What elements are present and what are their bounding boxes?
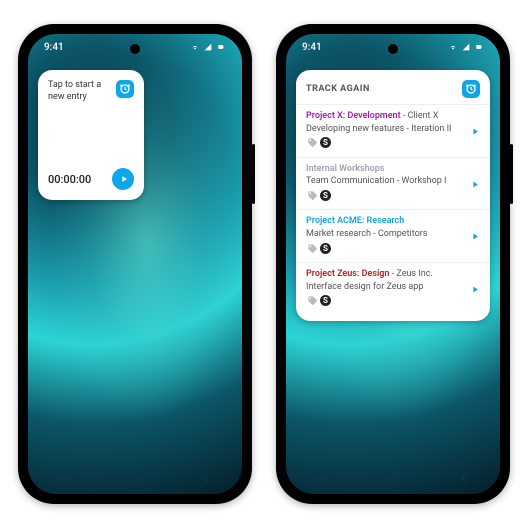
entry-description: Market research - Competitors <box>306 229 480 239</box>
entry-meta: S <box>306 295 480 307</box>
status-time: 9:41 <box>302 42 322 53</box>
entry-project: Project ACME: Research <box>306 216 404 226</box>
time-entry[interactable]: Internal Workshops Team Communication - … <box>296 157 490 210</box>
tag-icon <box>306 242 318 254</box>
entry-play-button[interactable] <box>470 174 480 193</box>
entry-project: Project X: Development <box>306 111 401 121</box>
entry-title-row: Project Zeus: Design - Zeus Inc. <box>306 269 480 281</box>
app-icon <box>462 80 480 98</box>
time-entry[interactable]: Project Zeus: Design - Zeus Inc. Interfa… <box>296 262 490 315</box>
time-entry[interactable]: Project ACME: Research Market research -… <box>296 209 490 262</box>
battery-icon <box>474 43 484 51</box>
app-icon <box>116 80 134 98</box>
nav-home-icon[interactable] <box>386 471 400 485</box>
status-icons <box>190 43 226 51</box>
entry-meta: S <box>306 242 480 254</box>
entry-meta: S <box>306 189 480 201</box>
entry-meta: S <box>306 137 480 149</box>
signal-icon <box>461 43 471 51</box>
status-bar: 9:41 <box>286 34 500 60</box>
tag-icon <box>306 189 318 201</box>
entry-play-button[interactable] <box>470 279 480 298</box>
nav-recents-icon[interactable] <box>315 471 329 485</box>
timer-widget[interactable]: Tap to start a new entry 00:00:00 <box>38 70 144 200</box>
wifi-icon <box>190 43 200 51</box>
phone-left: 9:41 Tap to start a new entry 00:00:00 <box>18 24 252 504</box>
timer-prompt: Tap to start a new entry <box>48 80 116 103</box>
nav-bar <box>28 466 242 490</box>
entry-play-button[interactable] <box>470 227 480 246</box>
billable-icon: S <box>320 190 331 201</box>
entry-play-button[interactable] <box>470 121 480 140</box>
timer-value: 00:00:00 <box>48 173 91 186</box>
billable-icon: S <box>320 295 331 306</box>
start-button[interactable] <box>112 168 134 190</box>
billable-icon: S <box>320 243 331 254</box>
nav-back-icon[interactable] <box>457 471 471 485</box>
screen-right: 9:41 TRACK AGAIN Project X: Development … <box>286 34 500 494</box>
billable-icon: S <box>320 137 331 148</box>
status-time: 9:41 <box>44 42 64 53</box>
nav-bar <box>286 466 500 490</box>
entry-title-row: Project X: Development - Client X <box>306 111 480 123</box>
nav-home-icon[interactable] <box>128 471 142 485</box>
signal-icon <box>203 43 213 51</box>
status-icons <box>448 43 484 51</box>
entry-description: Interface design for Zeus app <box>306 282 480 292</box>
entry-project: Internal Workshops <box>306 164 384 174</box>
tag-icon <box>306 137 318 149</box>
entry-title-row: Internal Workshops <box>306 164 480 176</box>
entry-description: Developing new features - Iteration II <box>306 124 480 134</box>
status-bar: 9:41 <box>28 34 242 60</box>
track-again-widget: TRACK AGAIN Project X: Development - Cli… <box>296 70 490 321</box>
entry-client: - Client X <box>403 111 439 121</box>
entry-title-row: Project ACME: Research <box>306 216 480 228</box>
nav-back-icon[interactable] <box>199 471 213 485</box>
tag-icon <box>306 295 318 307</box>
screen-left: 9:41 Tap to start a new entry 00:00:00 <box>28 34 242 494</box>
wifi-icon <box>448 43 458 51</box>
battery-icon <box>216 43 226 51</box>
nav-recents-icon[interactable] <box>57 471 71 485</box>
entry-client: - Zeus Inc. <box>392 269 433 279</box>
phone-right: 9:41 TRACK AGAIN Project X: Development … <box>276 24 510 504</box>
time-entry[interactable]: Project X: Development - Client X Develo… <box>296 104 490 157</box>
entry-description: Team Communication - Workshop I <box>306 176 480 186</box>
entry-project: Project Zeus: Design <box>306 269 389 279</box>
widget-title: TRACK AGAIN <box>306 84 370 94</box>
